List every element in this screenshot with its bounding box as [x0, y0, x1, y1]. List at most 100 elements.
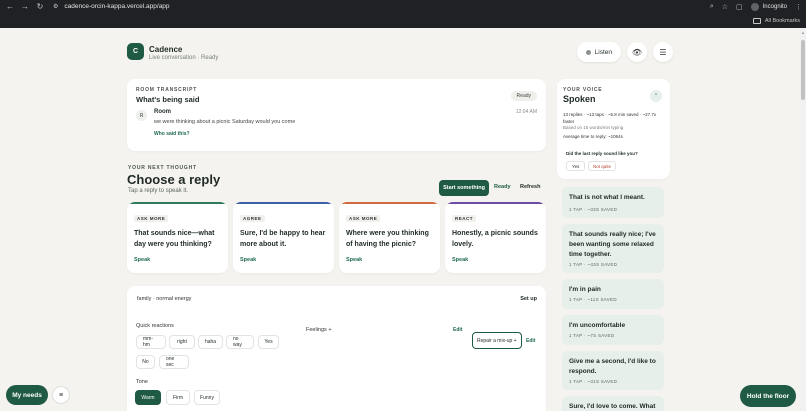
app-header: C Cadence Live conversation · Ready List…: [127, 42, 673, 64]
speaker-name: Room: [154, 109, 171, 115]
connection-status: Live conversation · Ready: [149, 55, 219, 61]
app-logo: C: [127, 43, 144, 60]
site-info-icon[interactable]: ⚙: [53, 3, 58, 10]
speak-button[interactable]: Speak: [134, 257, 150, 263]
phrase-text: Sure, I'd love to come. What: [569, 403, 656, 410]
voice-title: Spoken: [563, 94, 596, 104]
all-bookmarks-label: All Bookmarks: [764, 18, 800, 24]
transcript-eyebrow: ROOM TRANSCRIPT: [136, 87, 198, 93]
repair-edit-link[interactable]: Edit: [526, 338, 535, 344]
scroll-up-icon[interactable]: ▲: [801, 30, 805, 35]
reply-accent-bar: [127, 202, 228, 204]
reply-accent-bar: [445, 202, 546, 204]
collapse-chevron-icon[interactable]: ⌃: [650, 90, 662, 102]
replies-status: Ready: [494, 184, 511, 190]
reply-tag: ASK MORE: [134, 215, 169, 222]
message-time: 12:04 AM: [515, 109, 537, 115]
reply-text: That sounds nice—what day were you think…: [134, 230, 215, 248]
listen-status-dot: [585, 49, 591, 55]
your-voice-card: YOUR VOICE Spoken ⌃ 13 replies · ~13 tap…: [557, 79, 670, 179]
feelings-toggle[interactable]: Feelings +: [306, 327, 332, 333]
hamburger-menu-icon[interactable]: ☰: [653, 42, 673, 62]
choose-reply-title: Choose a reply: [127, 172, 221, 187]
bookmark-star-icon[interactable]: ☆: [722, 3, 728, 11]
reply-card[interactable]: ASK MORE That sounds nice—what day were …: [127, 202, 228, 273]
quick-panel: family · normal energy Set up Quick reac…: [127, 286, 546, 411]
incognito-icon: [750, 2, 759, 11]
forward-icon[interactable]: →: [19, 1, 31, 13]
tone-firm-chip[interactable]: Firm: [166, 390, 190, 405]
phrase-text: I'm in pain: [569, 286, 601, 293]
all-bookmarks[interactable]: All Bookmarks: [752, 18, 800, 24]
reply-card[interactable]: ASK MORE Where were you thinking of havi…: [339, 202, 440, 273]
transcript-title: What's being said: [136, 95, 200, 104]
reaction-chip[interactable]: right: [169, 335, 195, 349]
voice-eyebrow: YOUR VOICE: [563, 87, 603, 93]
reply-text: Honestly, a picnic sounds lovely.: [452, 230, 538, 248]
saved-phrase[interactable]: That is not what I meant. 1 TAP · ~33S S…: [562, 187, 664, 218]
reaction-chip[interactable]: No: [136, 355, 155, 369]
reload-icon[interactable]: ↻: [34, 1, 46, 13]
listen-button[interactable]: Listen: [576, 42, 621, 62]
phrase-text: I'm uncomfortable: [569, 322, 626, 329]
refresh-button[interactable]: Refresh: [520, 184, 540, 190]
choose-reply-subtitle: Tap a reply to speak it.: [128, 188, 189, 194]
browser-actions: ⌕ ☆ ▢ Incognito ⋮: [710, 2, 802, 11]
incognito-badge[interactable]: Incognito: [750, 2, 787, 11]
saved-phrase[interactable]: I'm in pain 1 TAP · ~11S SAVED: [562, 279, 664, 309]
tone-label: Tone: [136, 379, 148, 385]
room-transcript-card: ROOM TRANSCRIPT What's being said Ready …: [127, 79, 546, 151]
saved-phrase[interactable]: That sounds really nice; I've been wanti…: [562, 224, 664, 273]
zoom-icon[interactable]: ⌕: [710, 3, 714, 11]
browser-menu-icon[interactable]: ⋮: [795, 3, 802, 11]
my-needs-button[interactable]: My needs: [6, 385, 48, 405]
app-name: Cadence: [149, 45, 183, 54]
quick-reactions-label: Quick reactions: [136, 323, 174, 329]
speak-button[interactable]: Speak: [346, 257, 362, 263]
header-actions: Listen 👁 ☰: [576, 42, 673, 62]
reaction-chip[interactable]: haha: [198, 335, 223, 349]
reply-accent-bar: [339, 202, 440, 204]
phrase-text: That sounds really nice; I've been wanti…: [569, 231, 656, 259]
hold-the-floor-button[interactable]: Hold the floor: [740, 385, 796, 407]
url-bar[interactable]: ⚙ cadence-orcin-kappa.vercel.app/app: [53, 2, 710, 12]
repair-mixup-button[interactable]: Repair a mix-up +: [472, 332, 522, 349]
speaker-avatar: R: [136, 110, 147, 121]
saved-phrase[interactable]: I'm uncomfortable 1 TAP · ~7S SAVED: [562, 315, 664, 345]
phrase-text: Give me a second, I'd like to respond.: [569, 358, 656, 376]
url-text[interactable]: cadence-orcin-kappa.vercel.app/app: [64, 3, 169, 10]
who-said-this-link[interactable]: Who said this?: [154, 131, 190, 137]
reaction-chip[interactable]: mm-hm: [136, 335, 166, 349]
voice-stats: 13 replies · ~13 taps · ~5.8 min saved ·…: [563, 112, 657, 125]
page-scrollbar[interactable]: ▲: [800, 28, 806, 411]
tone-funny-chip[interactable]: Funny: [194, 390, 220, 405]
reply-card[interactable]: AGREE Sure, I'd be happy to hear more ab…: [233, 202, 334, 273]
address-row: ← → ↻ ⚙ cadence-orcin-kappa.vercel.app/a…: [0, 0, 806, 13]
speak-button[interactable]: Speak: [240, 257, 256, 263]
voice-basis: Based on 15 words/min typing: [563, 125, 624, 130]
next-thought-eyebrow: YOUR NEXT THOUGHT: [128, 165, 197, 171]
phrase-meta: 1 TAP · ~33S SAVED: [569, 207, 618, 212]
saved-phrase[interactable]: Give me a second, I'd like to respond. 1…: [562, 351, 664, 390]
feedback-question: Did the last reply sound like you?: [566, 151, 638, 156]
start-something-button[interactable]: Start something: [439, 180, 489, 196]
feedback-yes-button[interactable]: Yes: [566, 161, 586, 171]
speak-button[interactable]: Speak: [452, 257, 468, 263]
extensions-icon[interactable]: ▢: [736, 3, 743, 11]
reply-tag: AGREE: [240, 215, 265, 222]
tone-warm-chip[interactable]: Warm: [135, 390, 161, 405]
reaction-chip[interactable]: no way: [226, 335, 254, 349]
eye-icon[interactable]: 👁: [627, 42, 647, 62]
reaction-chip[interactable]: one sec: [159, 355, 189, 369]
phrase-meta: 1 TAP · ~43S SAVED: [569, 262, 618, 267]
feelings-edit-link[interactable]: Edit: [453, 327, 462, 333]
scroll-thumb[interactable]: [801, 40, 805, 100]
average-reply-time: Average time to reply: ~1064s: [563, 134, 623, 139]
setup-button[interactable]: Set up: [520, 296, 537, 302]
feedback-not-quite-button[interactable]: Not quite: [588, 161, 617, 171]
reaction-chip[interactable]: Yes: [258, 335, 279, 349]
menu-icon[interactable]: ≡: [52, 386, 70, 404]
saved-phrase[interactable]: Sure, I'd love to come. What: [562, 396, 664, 411]
reply-card[interactable]: REACT Honestly, a picnic sounds lovely. …: [445, 202, 546, 273]
back-icon[interactable]: ←: [4, 1, 16, 13]
